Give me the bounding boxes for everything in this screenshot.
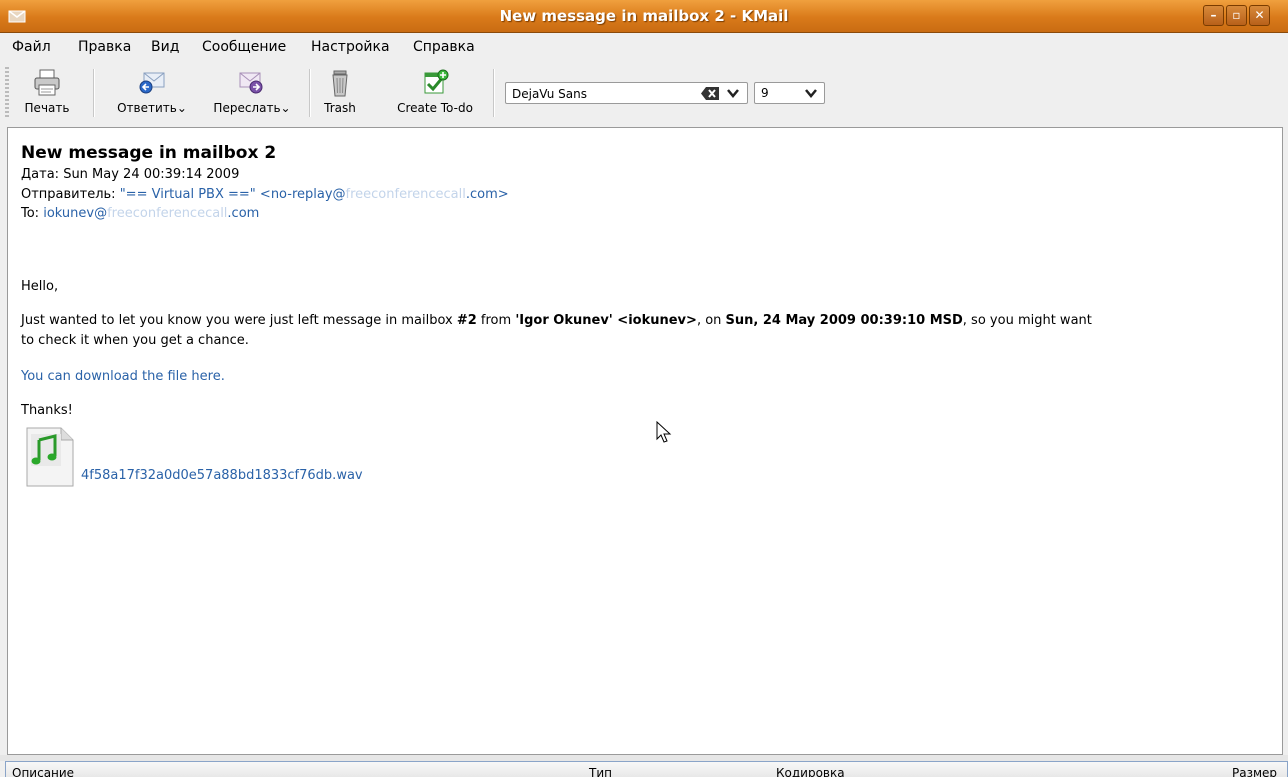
blurred-domain: freeconferencecall (107, 206, 228, 221)
toolbar-separator (93, 69, 95, 117)
create-todo-button[interactable]: Create To-do (386, 65, 484, 121)
toolbar-separator (493, 69, 495, 117)
font-size-value: 9 (761, 86, 769, 100)
clear-text-icon[interactable] (701, 87, 719, 100)
maximize-button[interactable]: ▫ (1226, 5, 1247, 26)
chevron-down-icon[interactable] (727, 89, 739, 98)
audio-file-icon[interactable] (25, 426, 75, 488)
from-address-link[interactable]: <no-replay@freeconferencecall.com> (260, 187, 509, 202)
menu-message[interactable]: Сообщение (202, 39, 286, 55)
mouse-cursor-icon (656, 421, 672, 443)
from-label: Отправитель: (21, 187, 116, 202)
attachment-list-header[interactable]: Описание Тип Кодировка Размер (5, 761, 1288, 777)
blurred-domain: freeconferencecall (345, 187, 466, 202)
trash-button[interactable]: Trash (318, 65, 362, 121)
date-line: Дата: Sun May 24 00:39:14 2009 (21, 167, 239, 182)
menu-file[interactable]: Файл (12, 39, 51, 55)
font-size-combo[interactable]: 9 (754, 82, 825, 104)
greeting: Hello, (21, 279, 59, 294)
trash-label: Trash (324, 101, 356, 115)
menu-bar: Файл Правка Вид Сообщение Настройка Спра… (0, 33, 1288, 61)
trash-icon (332, 70, 348, 97)
date-label: Дата: (21, 167, 60, 182)
message-view[interactable]: New message in mailbox 2 Дата: Sun May 2… (7, 127, 1283, 755)
column-type[interactable]: Тип (589, 766, 612, 777)
window-title: New message in mailbox 2 - KMail (499, 7, 789, 25)
from-line: Отправитель: "== Virtual PBX ==" <no-rep… (21, 187, 509, 202)
reply-dropdown-icon[interactable]: ⌄ (177, 101, 187, 115)
forward-mail-icon (239, 72, 263, 94)
to-label: To: (21, 206, 40, 221)
column-size[interactable]: Размер (1232, 766, 1277, 777)
forward-label: Переслать (213, 101, 281, 115)
from-name-link[interactable]: "== Virtual PBX ==" (120, 187, 256, 202)
menu-view[interactable]: Вид (151, 39, 179, 55)
print-label: Печать (24, 101, 70, 115)
to-line: To: iokunev@freeconferencecall.com (21, 206, 259, 221)
chevron-down-icon[interactable] (805, 89, 817, 98)
minimize-button[interactable]: – (1203, 5, 1224, 26)
title-bar: New message in mailbox 2 - KMail – ▫ ✕ (0, 0, 1288, 33)
thanks: Thanks! (21, 403, 73, 418)
close-button[interactable]: ✕ (1249, 5, 1270, 26)
toolbar-separator (309, 69, 311, 117)
menu-edit[interactable]: Правка (78, 39, 131, 55)
create-todo-label: Create To-do (397, 101, 473, 115)
menu-settings[interactable]: Настройка (311, 39, 390, 55)
font-family-input[interactable] (510, 84, 694, 104)
menu-help[interactable]: Справка (413, 39, 475, 55)
column-encoding[interactable]: Кодировка (776, 766, 845, 777)
message-paragraph: Just wanted to let you know you were jus… (21, 313, 1092, 348)
reply-mail-icon (139, 72, 165, 94)
message-subject: New message in mailbox 2 (21, 143, 277, 163)
reply-label: Ответить (117, 101, 177, 115)
todo-checkmark-icon (424, 69, 449, 94)
forward-dropdown-icon[interactable]: ⌄ (281, 101, 291, 115)
print-button[interactable]: Печать (16, 65, 78, 121)
to-address-link[interactable]: iokunev@freeconferencecall.com (43, 206, 259, 221)
date-value: Sun May 24 00:39:14 2009 (63, 167, 240, 182)
reply-button[interactable]: Ответить⌄ (106, 65, 198, 121)
forward-button[interactable]: Переслать⌄ (204, 65, 300, 121)
download-link[interactable]: You can download the file here. (21, 367, 1271, 387)
attachment-link[interactable]: 4f58a17f32a0d0e57a88bd1833cf76db.wav (81, 466, 681, 486)
printer-icon (34, 69, 60, 96)
column-description[interactable]: Описание (12, 766, 74, 777)
toolbar-grip[interactable] (5, 67, 9, 119)
font-family-combo[interactable] (505, 82, 748, 104)
